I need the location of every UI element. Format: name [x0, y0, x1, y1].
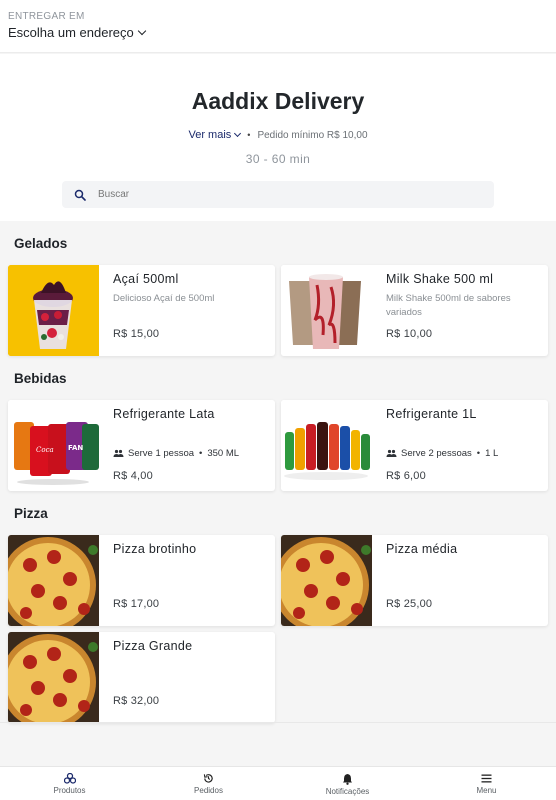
product-card-acai[interactable]: Açaí 500ml Delicioso Açaí de 500ml R$ 15… [8, 265, 275, 356]
serves-info: Serve 2 pessoas • 1 L [386, 448, 498, 459]
product-name: Açaí 500ml [113, 272, 179, 286]
size-text: 1 L [485, 448, 499, 459]
pizza-image [8, 535, 99, 626]
address-text: Escolha um endereço [8, 25, 134, 40]
see-more-label: Ver mais [188, 129, 232, 141]
product-price: R$ 17,00 [113, 598, 160, 610]
svg-text:Coca: Coca [36, 446, 54, 454]
store-header: Aaddix Delivery Ver mais • Pedido mínimo… [0, 54, 556, 221]
search-input[interactable] [98, 189, 478, 200]
chevron-down-icon [137, 26, 146, 35]
section-title-gelados: Gelados [14, 236, 68, 251]
delivery-time: 30 - 60 min [245, 152, 311, 166]
bottom-navigation: Produtos Pedidos Notificações Menu [0, 766, 556, 800]
nav-products[interactable]: Produtos [0, 767, 139, 800]
nav-menu-label: Menu [476, 786, 497, 795]
separator-dot: • [199, 448, 203, 459]
product-name: Pizza Grande [113, 639, 193, 653]
product-description: Milk Shake 500ml de sabores variados [386, 293, 511, 318]
deliver-to-label: ENTREGAR EM [8, 11, 85, 22]
serves-text: Serve 2 pessoas [401, 448, 472, 459]
nav-orders[interactable]: Pedidos [139, 767, 278, 800]
pizza-image [8, 632, 99, 723]
product-card-pizza-brotinho[interactable]: Pizza brotinho R$ 17,00 [8, 535, 275, 626]
product-price: R$ 6,00 [386, 470, 426, 482]
history-icon [203, 774, 213, 783]
search-icon [74, 189, 86, 201]
see-more-button[interactable]: Ver mais [188, 129, 242, 141]
search-bar[interactable] [62, 181, 494, 208]
nav-menu[interactable]: Menu [417, 767, 556, 800]
bell-icon [343, 774, 352, 785]
min-order-text: Pedido mínimo R$ 10,00 [257, 129, 368, 141]
chevron-down-icon [234, 129, 242, 138]
nav-products-label: Produtos [53, 786, 86, 795]
separator-dot: • [247, 130, 251, 140]
serves-info: Serve 1 pessoa • 350 ML [113, 448, 239, 459]
product-name: Pizza brotinho [113, 542, 197, 556]
section-title-pizza: Pizza [14, 506, 48, 521]
product-card-pizza-grande[interactable]: Pizza Grande R$ 32,00 [8, 632, 275, 723]
delivery-address-bar: ENTREGAR EM Escolha um endereço [0, 0, 556, 53]
nav-notifications[interactable]: Notificações [278, 767, 417, 800]
hamburger-menu-icon [481, 774, 492, 783]
section-title-bebidas: Bebidas [14, 371, 67, 386]
soda-bottles-image [281, 400, 372, 491]
soda-cans-image: Coca FAN [8, 400, 99, 491]
milkshake-image [281, 265, 372, 356]
product-name: Pizza média [386, 542, 458, 556]
product-card-milkshake[interactable]: Milk Shake 500 ml Milk Shake 500ml de sa… [281, 265, 548, 356]
people-icon [386, 449, 397, 457]
product-name: Milk Shake 500 ml [386, 272, 494, 286]
size-text: 350 ML [207, 448, 240, 459]
product-name: Refrigerante 1L [386, 407, 477, 421]
divider [0, 722, 556, 723]
store-name: Aaddix Delivery [191, 88, 365, 114]
address-selector[interactable]: Escolha um endereço [8, 25, 548, 40]
product-card-soda-1l[interactable]: Refrigerante 1L Serve 2 pessoas • 1 L R$… [281, 400, 548, 491]
pizza-image [281, 535, 372, 626]
products-icon [63, 773, 76, 784]
people-icon [113, 449, 124, 457]
product-description: Delicioso Açaí de 500ml [113, 293, 215, 304]
product-price: R$ 10,00 [386, 328, 433, 340]
product-card-pizza-media[interactable]: Pizza média R$ 25,00 [281, 535, 548, 626]
product-price: R$ 32,00 [113, 695, 160, 707]
product-price: R$ 15,00 [113, 328, 160, 340]
nav-orders-label: Pedidos [194, 786, 223, 795]
product-name: Refrigerante Lata [113, 407, 215, 421]
product-card-soda-can[interactable]: Coca FAN Refrigerante Lata Serve 1 pesso… [8, 400, 275, 491]
acai-image [8, 265, 99, 356]
separator-dot: • [476, 448, 481, 459]
product-price: R$ 4,00 [113, 470, 153, 482]
product-price: R$ 25,00 [386, 598, 433, 610]
store-meta: Ver mais • Pedido mínimo R$ 10,00 [0, 129, 556, 141]
svg-text:FAN: FAN [68, 444, 83, 452]
nav-notifications-label: Notificações [325, 787, 370, 796]
serves-text: Serve 1 pessoa [128, 448, 195, 459]
